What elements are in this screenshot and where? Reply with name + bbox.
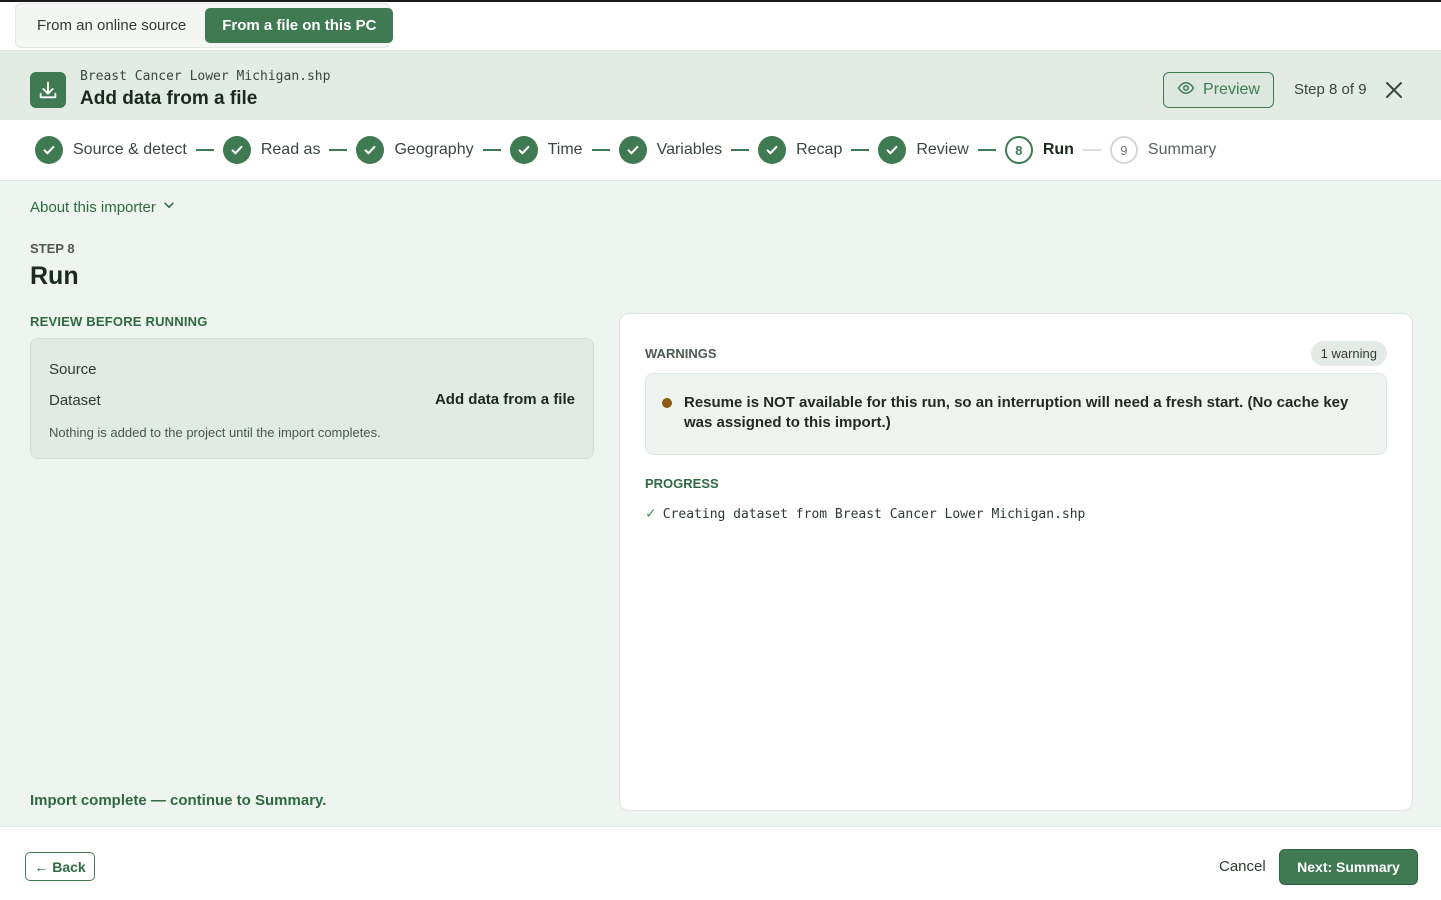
page-title: Run <box>30 262 79 290</box>
step-label: Recap <box>796 141 843 158</box>
source-tabs: From an online source From a file on thi… <box>15 3 394 48</box>
importer-header: Breast Cancer Lower Michigan.shp Add dat… <box>0 50 1441 120</box>
step-run: 8 Run <box>1004 136 1074 164</box>
review-kicker: REVIEW BEFORE RUNNING <box>30 314 208 329</box>
about-label: About this importer <box>30 198 156 216</box>
check-icon <box>618 136 647 164</box>
step-label: Source & detect <box>73 141 187 158</box>
preview-label: Preview <box>1203 81 1260 98</box>
step-connector <box>1082 149 1101 151</box>
step-connector <box>195 149 214 151</box>
warning-item: Resume is NOT available for this run, so… <box>645 373 1387 455</box>
window-top-border <box>0 0 1441 2</box>
review-note: Nothing is added to the project until th… <box>49 425 381 440</box>
progress-item: ✓ Creating dataset from Breast Cancer Lo… <box>645 506 1085 522</box>
step-connector <box>977 149 996 151</box>
step-connector <box>731 149 750 151</box>
tab-file-on-pc[interactable]: From a file on this PC <box>205 8 394 43</box>
step-label: Read as <box>260 141 321 158</box>
footer-bar: ← Back Cancel Next: Summary <box>0 826 1441 900</box>
check-icon <box>509 136 538 164</box>
warning-text: Resume is NOT available for this run, so… <box>684 394 1349 431</box>
step-recap[interactable]: Recap <box>758 136 842 164</box>
progress-text: Creating dataset from Breast Cancer Lowe… <box>662 506 1086 522</box>
step-label: Time <box>547 141 583 158</box>
back-button[interactable]: ← Back <box>25 852 95 881</box>
step-time[interactable]: Time <box>509 136 583 164</box>
step-variables[interactable]: Variables <box>618 136 723 164</box>
step-source-detect[interactable]: Source & detect <box>35 136 187 164</box>
header-title: Add data from a file <box>80 88 258 109</box>
step-connector <box>851 149 870 151</box>
step-kicker: STEP 8 <box>30 241 75 256</box>
warnings-heading: WARNINGS <box>645 346 717 361</box>
step-number: 9 <box>1109 136 1138 164</box>
step-connector <box>591 149 610 151</box>
import-complete-message: Import complete — continue to Summary. <box>30 792 327 809</box>
review-source-label: Source <box>49 361 97 378</box>
progress-heading: PROGRESS <box>645 476 719 491</box>
step-review[interactable]: Review <box>878 136 969 164</box>
about-importer-toggle[interactable]: About this importer <box>30 198 176 216</box>
check-icon: ✓ <box>645 506 657 522</box>
step-counter: Step 8 of 9 <box>1294 81 1367 98</box>
step-label: Review <box>916 141 969 158</box>
check-icon <box>758 136 787 164</box>
step-read-as[interactable]: Read as <box>222 136 321 164</box>
review-card: Source Dataset Add data from a file Noth… <box>30 338 594 459</box>
step-label: Summary <box>1147 141 1217 158</box>
check-icon <box>35 136 63 164</box>
warnings-count-badge: 1 warning <box>1310 341 1387 366</box>
check-icon <box>878 136 907 164</box>
step-connector <box>329 149 348 151</box>
step-label: Geography <box>394 141 474 158</box>
chevron-down-icon <box>162 198 176 216</box>
step-number: 8 <box>1004 136 1033 164</box>
wizard-stepper: Source & detect Read as Geography Time V… <box>0 120 1441 181</box>
check-icon <box>222 136 251 164</box>
step-summary: 9 Summary <box>1109 136 1217 164</box>
step-geography[interactable]: Geography <box>356 136 474 164</box>
step-label: Run <box>1042 141 1074 158</box>
cancel-button[interactable]: Cancel <box>1219 858 1266 875</box>
preview-button[interactable]: Preview <box>1163 72 1274 108</box>
file-name: Breast Cancer Lower Michigan.shp <box>80 69 331 84</box>
main-content: About this importer STEP 8 Run REVIEW BE… <box>0 181 1441 826</box>
warning-dot-icon <box>662 398 672 408</box>
step-connector <box>482 149 501 151</box>
next-summary-button[interactable]: Next: Summary <box>1279 849 1418 885</box>
download-icon <box>30 72 66 108</box>
close-icon[interactable] <box>1382 78 1406 102</box>
check-icon <box>356 136 385 164</box>
review-dataset-value: Add data from a file <box>434 391 575 408</box>
step-label: Variables <box>656 141 723 158</box>
tab-online-source[interactable]: From an online source <box>20 8 203 43</box>
review-dataset-label: Dataset <box>49 392 101 409</box>
eye-icon <box>1177 79 1195 102</box>
run-panel: WARNINGS 1 warning Resume is NOT availab… <box>619 313 1413 811</box>
